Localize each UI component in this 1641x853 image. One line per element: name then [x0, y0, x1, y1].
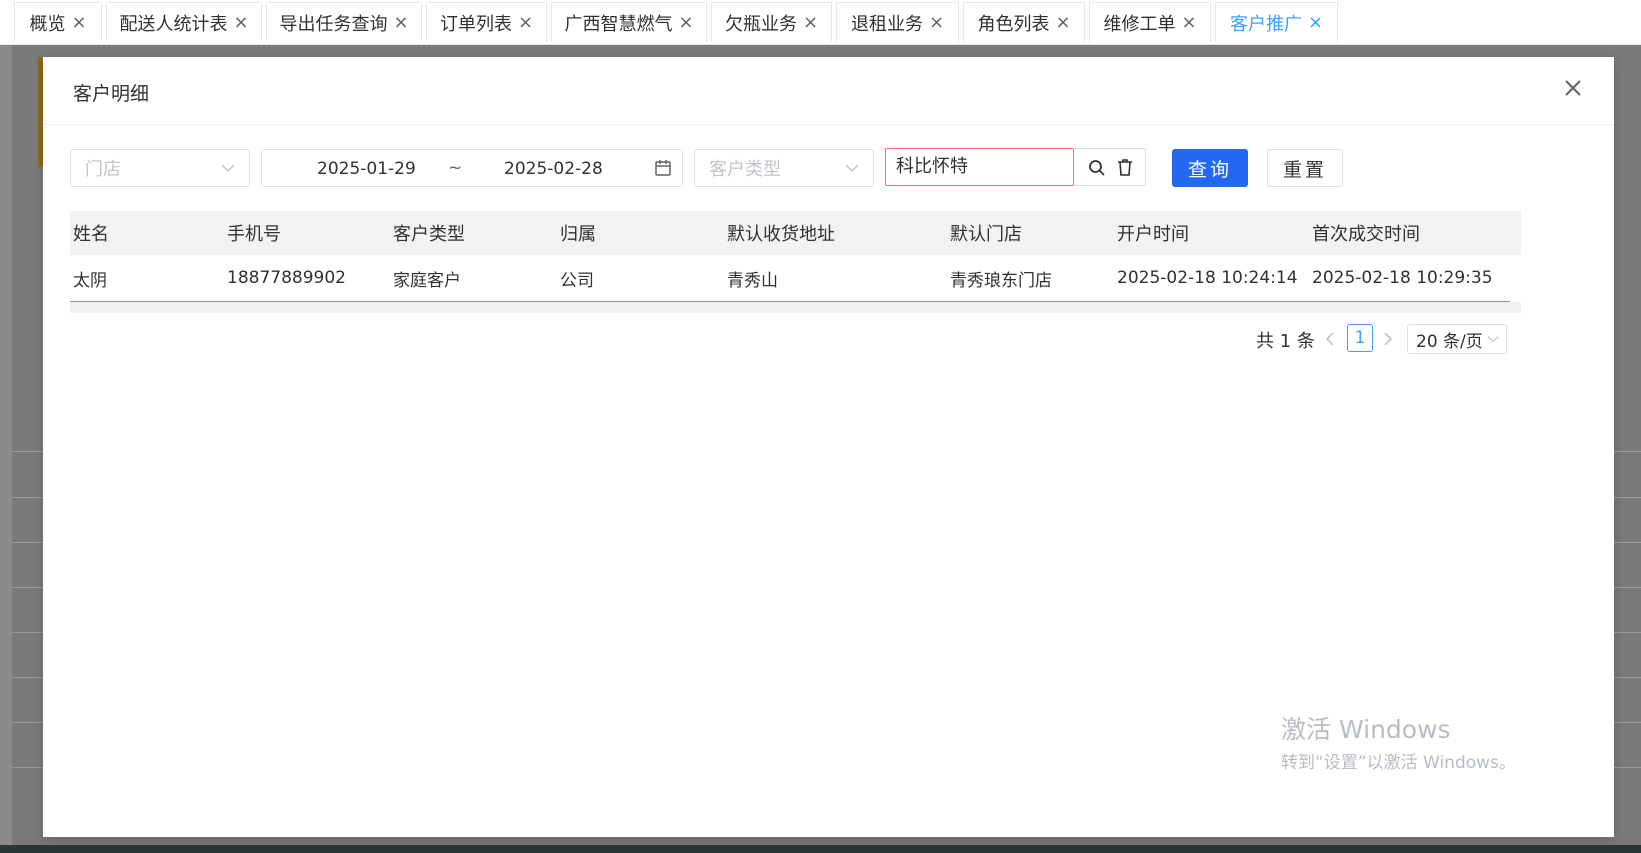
calendar-icon[interactable]: [654, 159, 672, 177]
tab-label: 退租业务: [850, 13, 923, 35]
tab-delivery-stats[interactable]: 配送人统计表 ×: [106, 2, 262, 42]
tab-customer-promotion[interactable]: 客户推广 ×: [1215, 2, 1338, 42]
tab-label: 订单列表: [439, 13, 512, 35]
date-range-picker[interactable]: 2025-01-29 ~ 2025-02-28: [261, 149, 683, 187]
tab-label: 客户推广: [1229, 13, 1302, 35]
horizontal-scrollbar[interactable]: [70, 302, 1521, 313]
cell-customer-type: 家庭客户: [393, 270, 461, 291]
table-row[interactable]: 太阴 18877889902 家庭客户 公司 青秀山 青秀琅东门店 2025-0…: [70, 255, 1510, 302]
store-placeholder: 门店: [85, 159, 121, 180]
chevron-down-icon: [221, 164, 235, 173]
page-number-current[interactable]: 1: [1347, 324, 1373, 352]
tab-label: 角色列表: [977, 13, 1050, 35]
tab-label: 概览: [29, 13, 66, 35]
taskbar-strip: [0, 845, 1641, 853]
chevron-down-icon: [845, 164, 859, 173]
reset-button[interactable]: 重置: [1267, 149, 1343, 187]
close-icon[interactable]: ×: [1181, 13, 1196, 32]
tab-label: 导出任务查询: [279, 13, 388, 35]
tab-label: 欠瓶业务: [724, 13, 797, 35]
date-start[interactable]: 2025-01-29: [317, 159, 416, 179]
date-end[interactable]: 2025-02-28: [504, 159, 603, 179]
close-icon[interactable]: ×: [393, 13, 408, 32]
col-first-deal-time: 首次成交时间: [1312, 224, 1420, 245]
close-icon[interactable]: [1562, 77, 1584, 99]
tab-label: 维修工单: [1103, 13, 1176, 35]
close-icon[interactable]: ×: [929, 13, 944, 32]
cell-default-address: 青秀山: [727, 270, 778, 291]
tab-overview[interactable]: 概览 ×: [14, 2, 102, 42]
close-icon[interactable]: ×: [678, 13, 693, 32]
trash-icon[interactable]: [1116, 158, 1134, 177]
customer-type-select[interactable]: 客户类型: [694, 149, 874, 187]
col-name: 姓名: [73, 224, 109, 245]
tab-rent-return[interactable]: 退租业务 ×: [836, 2, 959, 42]
tab-order-list[interactable]: 订单列表 ×: [426, 2, 547, 42]
cell-phone: 18877889902: [227, 268, 346, 288]
tab-export-tasks[interactable]: 导出任务查询 ×: [266, 2, 422, 42]
cell-open-time: 2025-02-18 10:24:14: [1117, 268, 1298, 288]
dialog-title: 客户明细: [73, 83, 150, 105]
chevron-down-icon: [1487, 335, 1499, 343]
query-button[interactable]: 查询: [1172, 149, 1248, 187]
tab-guangxi-gas[interactable]: 广西智慧燃气 ×: [551, 2, 707, 42]
store-select[interactable]: 门店: [70, 149, 250, 187]
col-phone: 手机号: [227, 224, 281, 245]
close-icon[interactable]: ×: [1055, 13, 1070, 32]
tab-repair-orders[interactable]: 维修工单 ×: [1089, 2, 1211, 42]
cell-belong: 公司: [560, 270, 594, 291]
customer-table: 姓名 手机号 客户类型 归属 默认收货地址 默认门店 开户时间 首次成交时间 太…: [70, 211, 1521, 313]
close-icon[interactable]: ×: [233, 13, 248, 32]
dialog-header: 客户明细: [43, 57, 1614, 125]
watermark-subtitle: 转到“设置”以激活 Windows。: [1281, 753, 1516, 773]
page-size-value: 20 条/页: [1416, 331, 1483, 352]
keyword-input[interactable]: 科比怀特: [885, 148, 1074, 186]
tab-label: 配送人统计表: [119, 13, 228, 35]
close-icon[interactable]: ×: [71, 13, 86, 32]
col-belong: 归属: [560, 224, 596, 245]
pagination: 共 1 条 1 20 条/页: [43, 323, 1614, 357]
pagination-total: 共 1 条: [1256, 331, 1315, 352]
close-icon[interactable]: ×: [1308, 13, 1323, 32]
customer-type-placeholder: 客户类型: [709, 159, 781, 180]
search-icon[interactable]: [1088, 159, 1106, 177]
windows-activation-watermark: 激活 Windows 转到“设置”以激活 Windows。: [1281, 710, 1516, 773]
col-customer-type: 客户类型: [393, 224, 465, 245]
cell-name: 太阴: [73, 270, 107, 291]
tab-owed-bottles[interactable]: 欠瓶业务 ×: [711, 2, 832, 42]
chevron-right-icon[interactable]: [1381, 329, 1395, 349]
tab-label: 广西智慧燃气: [564, 13, 673, 35]
tab-bar: 概览 × 配送人统计表 × 导出任务查询 × 订单列表 × 广西智慧燃气 × 欠瓶业务 × …: [0, 0, 1641, 45]
tab-role-list[interactable]: 角色列表 ×: [963, 2, 1085, 42]
watermark-title: 激活 Windows: [1281, 715, 1451, 744]
col-default-store: 默认门店: [950, 224, 1022, 245]
cell-default-store: 青秀琅东门店: [950, 270, 1052, 291]
date-separator: ~: [448, 158, 463, 178]
close-icon[interactable]: ×: [518, 13, 533, 32]
col-default-address: 默认收货地址: [727, 224, 835, 245]
table-header: 姓名 手机号 客户类型 归属 默认收货地址 默认门店 开户时间 首次成交时间: [70, 211, 1521, 255]
page-size-select[interactable]: 20 条/页: [1407, 324, 1507, 354]
keyword-tools: [1074, 148, 1146, 186]
chevron-left-icon[interactable]: [1323, 329, 1337, 349]
cell-first-deal-time: 2025-02-18 10:29:35: [1312, 268, 1493, 288]
close-icon[interactable]: ×: [803, 13, 818, 32]
col-open-time: 开户时间: [1117, 224, 1189, 245]
